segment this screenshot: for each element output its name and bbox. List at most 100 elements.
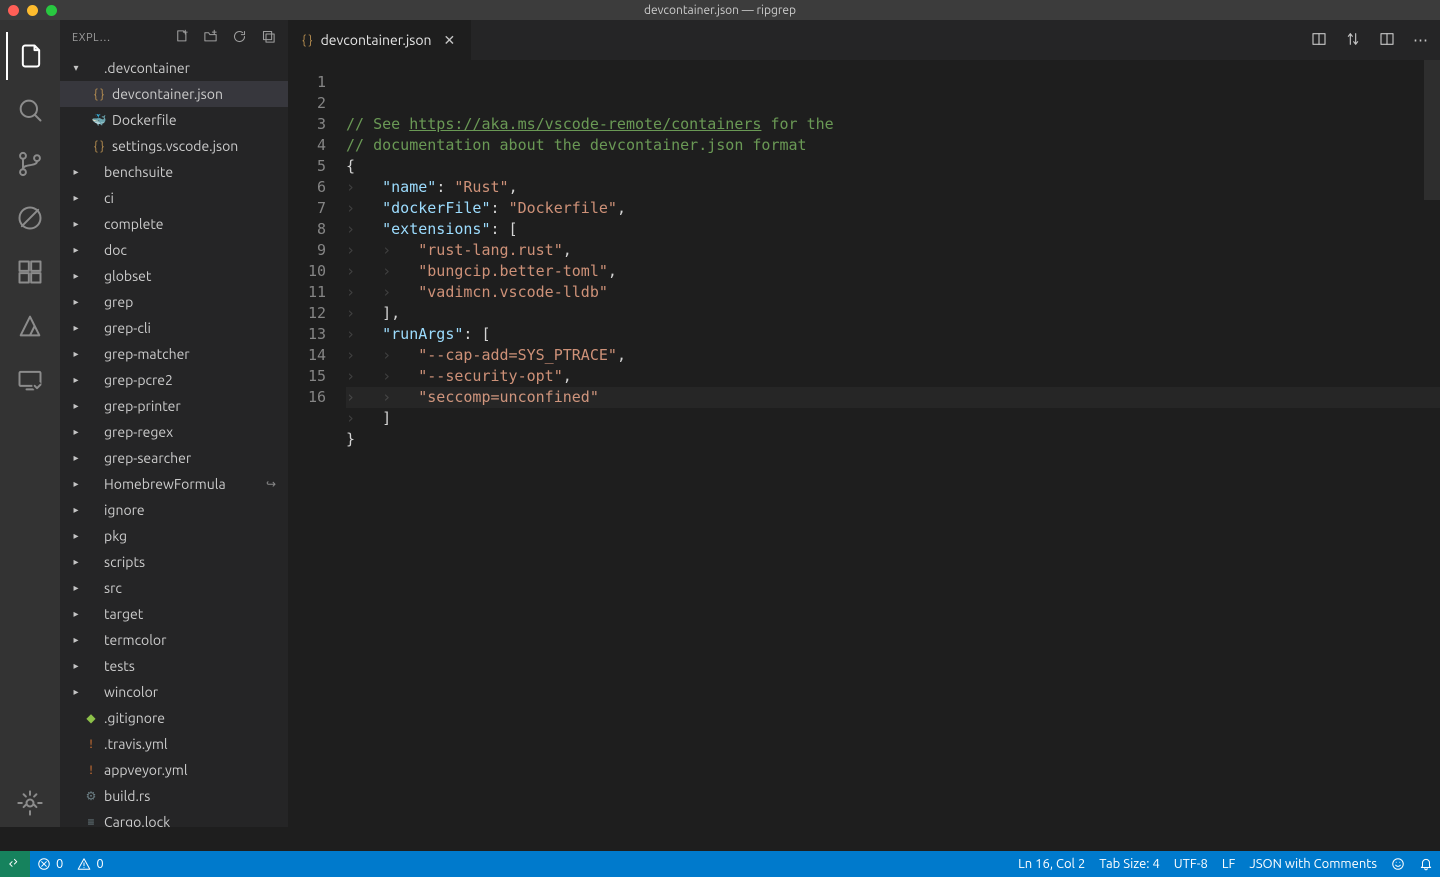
tree-folder-grep-regex[interactable]: ▸grep-regex — [60, 419, 288, 445]
collapse-icon — [261, 29, 276, 44]
feedback-button[interactable] — [1384, 851, 1412, 877]
excl-icon: ! — [82, 764, 100, 777]
braces-icon: { } — [90, 88, 108, 101]
tree-file-settings.vscode.json[interactable]: { }settings.vscode.json — [60, 133, 288, 159]
eol-indicator[interactable]: LF — [1215, 851, 1242, 877]
minimap[interactable] — [1424, 60, 1440, 200]
tab-devcontainer-json[interactable]: { } devcontainer.json ✕ — [288, 20, 471, 60]
tree-folder-grep-matcher[interactable]: ▸grep-matcher — [60, 341, 288, 367]
problems-errors[interactable]: 0 — [30, 851, 70, 877]
encoding-indicator[interactable]: UTF-8 — [1167, 851, 1215, 877]
no-bug-icon — [16, 204, 44, 232]
activity-extensions[interactable] — [6, 248, 54, 296]
tree-item-label: Cargo.lock — [104, 814, 170, 827]
chevron-icon: ▸ — [70, 504, 82, 516]
tree-folder-termcolor[interactable]: ▸termcolor — [60, 627, 288, 653]
excl-icon: ! — [82, 738, 100, 751]
minimize-window-button[interactable] — [27, 5, 38, 16]
tree-folder-HomebrewFormula[interactable]: ▸HomebrewFormula↪ — [60, 471, 288, 497]
activity-azure[interactable] — [6, 302, 54, 350]
compare-icon — [1345, 31, 1361, 47]
code-editor[interactable]: 12345678910111213141516 // See https://a… — [288, 60, 1440, 827]
indent-indicator[interactable]: Tab Size: 4 — [1092, 851, 1167, 877]
split-editor-button[interactable] — [1379, 31, 1395, 50]
tree-folder-target[interactable]: ▸target — [60, 601, 288, 627]
notifications-button[interactable] — [1412, 851, 1440, 877]
tree-file-appveyor.yml[interactable]: !appveyor.yml — [60, 757, 288, 783]
activity-scm[interactable] — [6, 140, 54, 188]
tab-close-button[interactable]: ✕ — [440, 30, 460, 51]
chevron-icon: ▾ — [70, 62, 82, 74]
tree-folder-grep-searcher[interactable]: ▸grep-searcher — [60, 445, 288, 471]
tree-file-build.rs[interactable]: ⚙build.rs — [60, 783, 288, 809]
tree-item-label: grep-cli — [104, 320, 151, 336]
activity-debug[interactable] — [6, 194, 54, 242]
chevron-icon: ▸ — [70, 192, 82, 204]
tree-item-label: complete — [104, 216, 164, 232]
tree-file-Cargo.lock[interactable]: ≡Cargo.lock — [60, 809, 288, 827]
chevron-icon: ▸ — [70, 322, 82, 334]
tree-folder-ignore[interactable]: ▸ignore — [60, 497, 288, 523]
tree-file-Dockerfile[interactable]: 🐳Dockerfile — [60, 107, 288, 133]
tree-item-label: globset — [104, 268, 151, 284]
split-icon — [1379, 31, 1395, 47]
language-indicator[interactable]: JSON with Comments — [1242, 851, 1384, 877]
tree-item-label: wincolor — [104, 684, 158, 700]
activity-remote[interactable] — [6, 356, 54, 404]
json-icon: { } — [302, 34, 313, 47]
tree-folder-grep-pcre2[interactable]: ▸grep-pcre2 — [60, 367, 288, 393]
tree-folder-doc[interactable]: ▸doc — [60, 237, 288, 263]
maximize-window-button[interactable] — [46, 5, 57, 16]
tree-file-.travis.yml[interactable]: !.travis.yml — [60, 731, 288, 757]
tree-item-label: grep-regex — [104, 424, 173, 440]
tree-folder-globset[interactable]: ▸ globset — [60, 263, 288, 289]
azure-icon — [16, 312, 44, 340]
explorer-header: EXPL… — [60, 20, 288, 55]
new-folder-button[interactable] — [203, 29, 218, 47]
window-controls — [8, 5, 57, 16]
tree-folder-scripts[interactable]: ▸scripts — [60, 549, 288, 575]
chevron-icon: ▸ — [70, 608, 82, 620]
editor-area: { } devcontainer.json ✕ ⋯ 12345678910111… — [288, 20, 1440, 827]
open-preview-button[interactable] — [1311, 31, 1327, 50]
chevron-icon: ▸ — [70, 348, 82, 360]
symlink-icon: ↪ — [266, 477, 276, 491]
search-icon — [16, 96, 44, 124]
chevron-icon: ▸ — [70, 270, 82, 282]
gear-icon — [16, 789, 44, 817]
tree-folder-benchsuite[interactable]: ▸benchsuite — [60, 159, 288, 185]
tree-folder-tests[interactable]: ▸tests — [60, 653, 288, 679]
tree-folder-wincolor[interactable]: ▸wincolor — [60, 679, 288, 705]
cursor-position[interactable]: Ln 16, Col 2 — [1011, 851, 1092, 877]
tree-folder-complete[interactable]: ▸complete — [60, 211, 288, 237]
tab-label: devcontainer.json — [321, 32, 432, 48]
file-tree[interactable]: ▾.devcontainer{ }devcontainer.json🐳Docke… — [60, 55, 288, 827]
new-file-button[interactable] — [174, 29, 189, 47]
tab-bar: { } devcontainer.json ✕ ⋯ — [288, 20, 1440, 60]
tree-folder-pkg[interactable]: ▸pkg — [60, 523, 288, 549]
close-window-button[interactable] — [8, 5, 19, 16]
refresh-button[interactable] — [232, 29, 247, 47]
tree-file-devcontainer.json[interactable]: { }devcontainer.json — [60, 81, 288, 107]
tree-item-label: tests — [104, 658, 135, 674]
remote-indicator[interactable] — [0, 851, 30, 877]
tree-folder-grep-printer[interactable]: ▸grep-printer — [60, 393, 288, 419]
tree-folder-grep[interactable]: ▸grep — [60, 289, 288, 315]
activity-settings[interactable] — [6, 779, 54, 827]
tree-folder-grep-cli[interactable]: ▸ grep-cli — [60, 315, 288, 341]
tree-folder-.devcontainer[interactable]: ▾.devcontainer — [60, 55, 288, 81]
extensions-icon — [16, 258, 44, 286]
tree-file-.gitignore[interactable]: ◆.gitignore — [60, 705, 288, 731]
tree-folder-src[interactable]: ▸src — [60, 575, 288, 601]
activity-search[interactable] — [6, 86, 54, 134]
collapse-all-button[interactable] — [261, 29, 276, 47]
tree-folder-ci[interactable]: ▸ci — [60, 185, 288, 211]
new-file-icon — [174, 29, 189, 44]
chevron-icon: ▸ — [70, 478, 82, 490]
more-actions-button[interactable]: ⋯ — [1413, 31, 1428, 50]
activity-explorer[interactable] — [6, 32, 54, 80]
bell-icon — [1419, 857, 1433, 871]
compare-button[interactable] — [1345, 31, 1361, 50]
problems-warnings[interactable]: 0 — [70, 851, 110, 877]
code-content[interactable]: // See https://aka.ms/vscode-remote/cont… — [346, 60, 1440, 827]
